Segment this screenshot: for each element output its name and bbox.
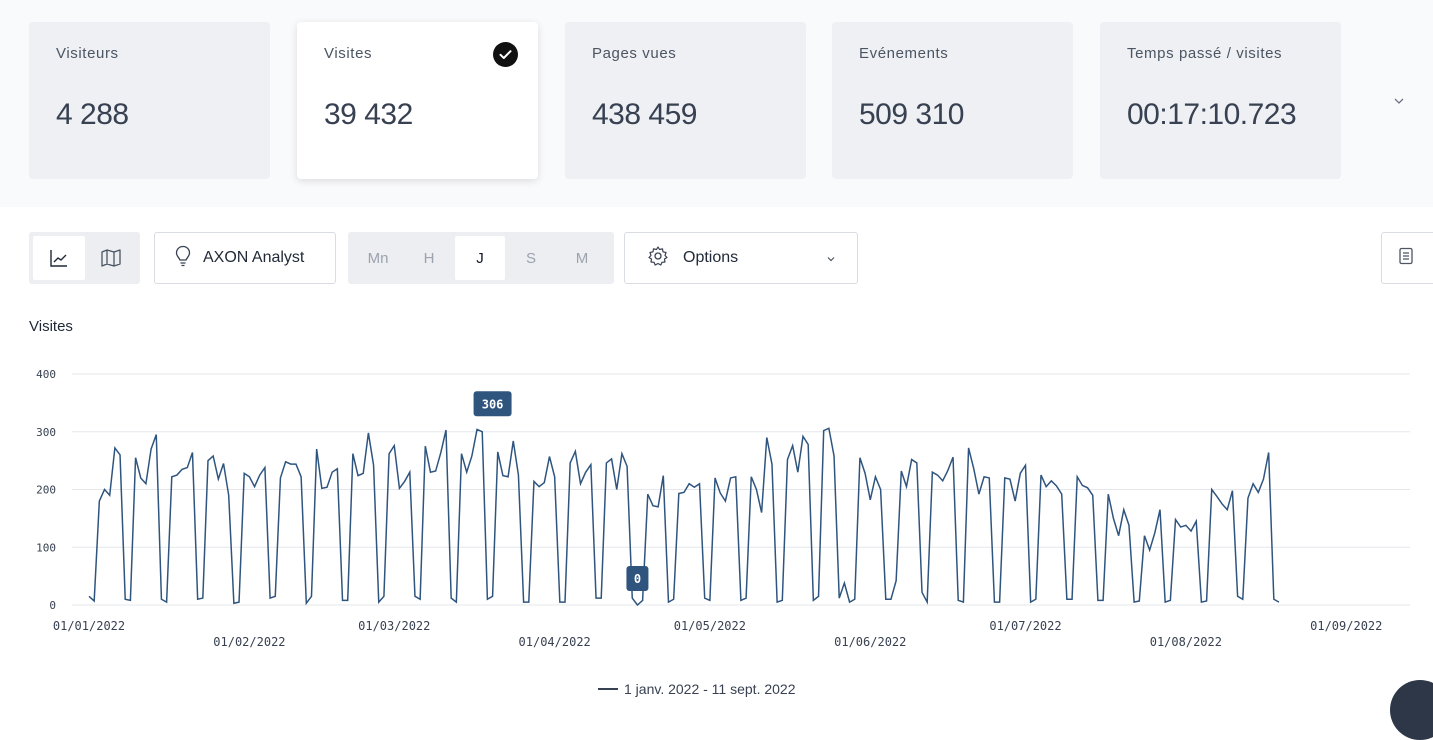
x-tick-label: 01/08/2022 <box>1150 635 1222 649</box>
visits-line-chart: 0 100 200 300 400 01/01/2022 01/02/2022 01/03/… <box>36 368 1410 649</box>
granularity-selector: Mn H J S M <box>348 232 614 284</box>
kpi-label: Visiteurs <box>56 45 119 62</box>
y-tick-label: 200 <box>36 484 56 497</box>
help-widget[interactable] <box>1390 680 1433 740</box>
legend-line <box>598 688 618 690</box>
options-label: Options <box>683 249 739 266</box>
x-tick-label: 01/09/2022 <box>1310 619 1382 633</box>
lightbulb-icon <box>175 245 191 272</box>
kpi-card-visites[interactable]: Visites 39 432 <box>297 22 538 179</box>
granularity-hour[interactable]: H <box>404 236 454 280</box>
granularity-month[interactable]: M <box>557 236 607 280</box>
x-tick-label: 01/01/2022 <box>53 619 125 633</box>
kpi-value: 438 459 <box>592 98 697 131</box>
view-toggle <box>29 232 140 284</box>
x-tick-label: 01/05/2022 <box>674 619 746 633</box>
legend-label: 1 janv. 2022 - 11 sept. 2022 <box>624 681 796 697</box>
x-tick-label: 01/07/2022 <box>989 619 1061 633</box>
svg-text:306: 306 <box>482 397 504 411</box>
x-tick-label: 01/03/2022 <box>358 619 430 633</box>
kpi-value: 509 310 <box>859 98 964 131</box>
kpi-value: 4 288 <box>56 98 129 131</box>
series-line <box>88 427 1280 607</box>
kpi-value: 39 432 <box>324 98 413 131</box>
kpi-card-visiteurs[interactable]: Visiteurs 4 288 <box>29 22 270 179</box>
gear-icon <box>647 245 669 272</box>
granularity-day[interactable]: J <box>455 236 505 280</box>
chart-legend: 1 janv. 2022 - 11 sept. 2022 <box>598 681 796 697</box>
chevron-down-icon <box>825 252 837 270</box>
kpi-label: Pages vues <box>592 45 677 62</box>
checkmark-icon <box>493 42 518 67</box>
options-dropdown[interactable]: Options <box>624 232 858 284</box>
kpi-label: Temps passé / visites <box>1127 45 1283 62</box>
granularity-minute[interactable]: Mn <box>353 236 403 280</box>
x-tick-label: 01/04/2022 <box>519 635 591 649</box>
line-chart-icon[interactable] <box>33 236 85 280</box>
svg-text:0: 0 <box>634 572 641 586</box>
map-icon[interactable] <box>85 236 137 280</box>
x-tick-label: 01/02/2022 <box>213 635 285 649</box>
kpi-card-temps-passe[interactable]: Temps passé / visites 00:17:10.723 <box>1100 22 1341 179</box>
x-tick-label: 01/06/2022 <box>834 635 906 649</box>
chart-title: Visites <box>29 318 73 335</box>
report-icon <box>1398 247 1414 270</box>
chevron-down-icon[interactable] <box>1388 90 1410 112</box>
y-tick-label: 400 <box>36 368 56 381</box>
value-tooltip: 306 <box>473 391 512 417</box>
report-button[interactable] <box>1381 232 1433 284</box>
y-tick-label: 300 <box>36 426 56 439</box>
kpi-label: Evénements <box>859 45 949 62</box>
granularity-week[interactable]: S <box>506 236 556 280</box>
kpi-card-pages-vues[interactable]: Pages vues 438 459 <box>565 22 806 179</box>
kpi-card-evenements[interactable]: Evénements 509 310 <box>832 22 1073 179</box>
y-tick-label: 100 <box>36 541 56 554</box>
y-tick-label: 0 <box>49 599 56 612</box>
axon-analyst-label: AXON Analyst <box>203 249 305 266</box>
axon-analyst-button[interactable]: AXON Analyst <box>154 232 336 284</box>
kpi-value: 00:17:10.723 <box>1127 98 1297 131</box>
value-tooltip: 0 <box>626 566 649 591</box>
